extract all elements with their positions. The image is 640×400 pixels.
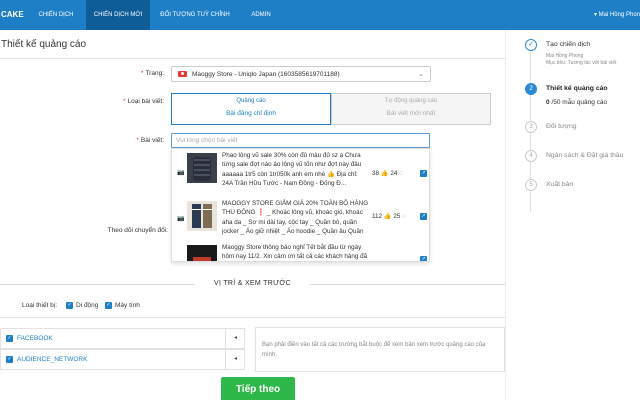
like-icon: 👍 [383,213,392,220]
facebook-checkbox[interactable]: ✓ [6,335,13,342]
post-stats: 38 👍 24 ◌ [372,169,403,177]
comment-count: 24 [390,170,398,177]
nav-tab-new-campaign[interactable]: CHIẾN DỊCH MỚI [86,0,150,30]
post-type-option-subtitle: Bài đăng chỉ định [226,110,276,117]
nav-tab-custom-audience[interactable]: ĐỐI TƯỢNG TUỲ CHỈNH [150,0,240,30]
placement-row-audience-network[interactable]: ✓ AUDIENCE_NETWORK ◂ [0,349,245,370]
post-type-specified-option[interactable]: Quảng cáo Bài đăng chỉ định [171,93,331,125]
comment-icon: ◌ [399,170,403,177]
ad-preview-box: Bạn phải điền vào tất cả các trường bắt … [255,327,505,372]
placement-name: AUDIENCE_NETWORK [17,356,88,363]
step-subtitle: Mai Hồng Phong [546,53,584,59]
page-label: * Trang: [140,70,164,77]
step-number: 5 [525,179,537,191]
instagram-icon: 📷 [177,261,184,262]
post-option[interactable]: 📷 Maoggy Store thông báo nghỉ Tết bắt đầ… [172,241,429,262]
audience-network-checkbox[interactable]: ✓ [6,356,13,363]
top-navbar: CAKE CHIẾN DỊCH CHIẾN DỊCH MỚI ĐỐI TƯỢNG… [0,0,640,30]
app-logo[interactable]: CAKE [0,0,24,30]
step-title[interactable]: Thiết kế quảng cáo [546,85,608,92]
page-title: Thiết kế quảng cáo [1,39,87,50]
ad-count: 0 /50 mẫu quảng cáo [546,99,607,106]
post-text: Phao lông vũ sale 30% còn đủ màu đủ sz ạ… [222,152,362,188]
conversion-tracking-label: Theo dõi chuyển đổi: [107,227,168,234]
post-type-option-title: Quảng cáo [236,98,266,104]
external-link-icon[interactable]: ↗ [420,170,427,177]
post-option[interactable]: 📷 MAOGGY STORE GIẢM GIÁ 20% TOÀN BỘ HÀNG… [172,197,429,245]
desktop-label: Máy tính [115,302,140,309]
user-menu[interactable]: ▾ Mai Hồng Phon [594,0,640,30]
steps-sidebar: ✓ Tạo chiến dịch Mai Hồng Phong Mục tiêu… [505,30,640,400]
post-dropdown-list[interactable]: 📷 Phao lông vũ sale 30% còn đủ màu đủ sz… [171,148,430,262]
external-link-icon[interactable]: ↗ [420,256,427,261]
placement-name: FACEBOOK [17,335,53,342]
step-title[interactable]: Đối tượng [546,123,577,130]
step-number: 4 [525,150,537,162]
page-select-value: Maoggy Store - Uniqlo Japan (16035856197… [192,71,340,78]
post-thumbnail [187,245,217,261]
step-done-check-icon: ✓ [525,39,537,51]
placement-row-facebook[interactable]: ✓ FACEBOOK ◂ [0,328,245,349]
post-thumbnail [187,153,217,183]
chevron-down-icon: ⌄ [418,71,424,78]
mobile-checkbox[interactable]: ✓ [66,302,73,309]
section-title: VỊ TRÍ & XEM TRƯỚC [213,280,292,287]
like-count: 112 [372,213,383,220]
step-number: 3 [525,121,537,133]
post-search-input[interactable] [171,133,430,148]
post-stats: 112 👍 25 ◌ [372,212,406,220]
step-number: 2 [525,83,537,95]
post-text: Maoggy Store thông báo nghỉ Tết bắt đầu … [222,244,368,261]
post-type-option-subtitle: Bài viết mới nhất [386,110,436,117]
external-link-icon[interactable]: ↗ [420,213,427,220]
post-type-latest-option[interactable]: Tự động quảng cáo Bài viết mới nhất [331,93,491,125]
post-type-label: * Loại bài viết: [122,98,164,105]
instagram-icon: 📷 [177,216,185,222]
post-label: * Bài viết: [136,137,164,144]
ad-count-value: 0 [546,99,550,106]
divider [0,58,505,59]
mobile-label: Di động [76,302,99,309]
page-select[interactable]: Maoggy Store - Uniqlo Japan (16035856197… [171,66,431,82]
device-type-label: Loại thiết bị: [22,302,58,309]
caret-left-icon[interactable]: ◂ [225,329,245,348]
page-avatar-icon [178,71,187,77]
preview-message: Bạn phải điền vào tất cả các trường bắt … [262,342,486,358]
step-title[interactable]: Ngân sách & Đặt giá thầu [546,152,623,159]
post-type-option-title: Tự động quảng cáo [384,98,438,104]
ad-count-text: /50 mẫu quảng cáo [551,99,608,106]
comment-icon: ◌ [402,213,406,220]
like-count: 38 [372,170,380,177]
step-title[interactable]: Tạo chiến dịch [546,41,590,48]
nav-tab-campaigns[interactable]: CHIẾN DỊCH [26,0,86,30]
divider [0,317,505,318]
next-button[interactable]: Tiếp theo [221,377,295,400]
desktop-checkbox[interactable]: ✓ [105,302,112,309]
step-title[interactable]: Xuất bản [546,181,573,188]
like-icon: 👍 [380,170,389,177]
comment-count: 25 [393,213,401,220]
post-thumbnail [187,201,217,231]
instagram-icon: 📷 [177,170,185,176]
post-text: MAOGGY STORE GIẢM GIÁ 20% TOÀN BỘ HÀNG T… [222,200,369,236]
caret-left-icon[interactable]: ◂ [225,350,245,369]
step-subtitle: Mục tiêu: Tương tác với bài viết [546,60,617,66]
nav-tab-admin[interactable]: ADMIN [240,0,282,30]
post-option[interactable]: 📷 Phao lông vũ sale 30% còn đủ màu đủ sz… [172,149,429,197]
